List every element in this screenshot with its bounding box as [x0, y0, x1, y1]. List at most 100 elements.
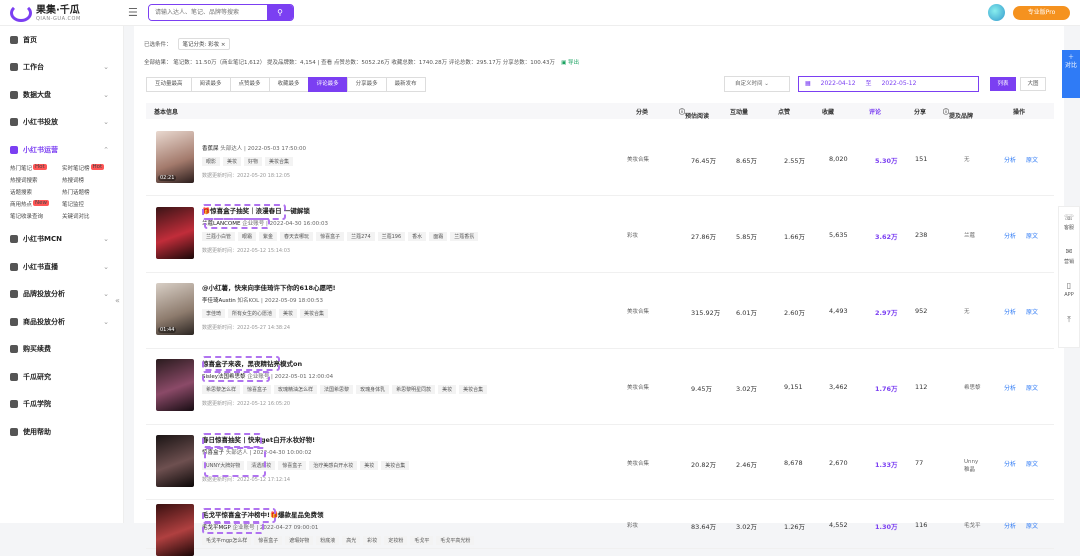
collapse-sidebar-icon[interactable]: « — [115, 296, 120, 305]
tag-chip[interactable]: 毛戈平 — [410, 536, 434, 545]
analyze-link[interactable]: 分析 — [1004, 383, 1016, 392]
note-thumbnail[interactable] — [156, 207, 194, 259]
note-author[interactable]: 香蕉屎 头部达人 | 2022-05-03 17:50:00 — [202, 144, 306, 152]
original-link[interactable]: 原文 — [1026, 155, 1038, 164]
col-comments[interactable]: 评论 — [869, 107, 881, 116]
tag-chip[interactable]: 美妆 — [223, 157, 242, 166]
tag-chip[interactable]: 希思黎明星同款 — [392, 385, 436, 394]
tab-most-read[interactable]: 阅读最多 — [190, 77, 231, 92]
tag-chip[interactable]: 高光 — [342, 536, 361, 545]
note-thumbnail[interactable] — [156, 504, 194, 556]
analyze-link[interactable]: 分析 — [1004, 155, 1016, 164]
menu-toggle-icon[interactable]: ☰ — [128, 6, 138, 19]
original-link[interactable]: 原文 — [1026, 459, 1038, 468]
tab-most-favs[interactable]: 收藏最多 — [268, 77, 309, 92]
filter-chip[interactable]: 笔记分类: 彩妆 × — [177, 38, 231, 50]
col-interact[interactable]: 互动量 — [730, 107, 748, 116]
sidebar-item-mcn[interactable]: 小红书MCN ⌄ — [0, 226, 123, 254]
tab-most-comments[interactable]: 评论最多 — [307, 77, 348, 92]
pro-version-button[interactable]: 专业版Pro — [1013, 6, 1070, 20]
tag-chip[interactable]: 惊喜盒子 — [243, 385, 272, 394]
table-row[interactable]: 毛戈平惊喜盒子冲榜中!🎁爆款星品免费领 毛戈平MGP 企业账号 | 2022-04… — [146, 500, 1054, 556]
tag-chip[interactable]: 定妆粉 — [384, 536, 408, 545]
submenu-note-index[interactable]: 笔记收录查询 — [10, 212, 62, 220]
submenu-hot-search-rank[interactable]: 热搜词榜 — [62, 176, 114, 184]
tag-chip[interactable]: 好物 — [244, 157, 263, 166]
tab-latest[interactable]: 最新发布 — [385, 77, 426, 92]
tag-chip[interactable]: 惊喜盒子 — [278, 461, 307, 470]
original-link[interactable]: 原文 — [1026, 383, 1038, 392]
analyze-link[interactable]: 分析 — [1004, 521, 1016, 530]
tag-chip[interactable]: 香水 — [408, 232, 427, 241]
date-range-picker[interactable]: ▦ 2022-04-12 至 2022-05-12 — [798, 76, 979, 92]
analyze-link[interactable]: 分析 — [1004, 459, 1016, 468]
tag-chip[interactable]: 粉底液 — [316, 536, 340, 545]
table-row[interactable]: 🎁惊喜盒子抽奖｜浪漫春日 一键解锁 兰蔻LANCOME 企业账号 | 2022-0… — [146, 196, 1054, 273]
note-thumbnail[interactable] — [156, 435, 194, 487]
tag-chip[interactable]: 惊喜盒子 — [254, 536, 283, 545]
tag-chip[interactable]: 美妆 — [438, 385, 457, 394]
submenu-hot-notes[interactable]: 热门笔记 Hot — [10, 163, 62, 172]
tag-chip[interactable]: 兰蔻香氛 — [450, 232, 479, 241]
tag-chip[interactable]: 治疗美感白开水妆 — [309, 461, 358, 470]
tag-chip[interactable]: 春天去哪玩 — [280, 232, 314, 241]
tab-most-likes[interactable]: 点赞最多 — [229, 77, 270, 92]
sidebar-item-product-analysis[interactable]: 商品投放分析 ⌄ — [0, 308, 123, 336]
note-author[interactable]: 李佳琦Austin 知名KOL | 2022-05-09 18:00:53 — [202, 296, 323, 304]
search-button[interactable]: ⚲ — [267, 5, 293, 20]
note-thumbnail[interactable] — [156, 359, 194, 411]
sidebar-item-academy[interactable]: 千瓜学院 — [0, 391, 123, 419]
marketing-button[interactable]: ✉ 营销 — [1059, 241, 1079, 275]
sidebar-item-live[interactable]: 小红书直播 ⌄ — [0, 253, 123, 281]
logo[interactable]: 果集·千瓜 QIAN-GUA.COM — [10, 4, 81, 22]
sidebar-item-purchase[interactable]: 购买续费 — [0, 336, 123, 364]
sidebar-item-brand-analysis[interactable]: 品牌投放分析 ⌄ — [0, 281, 123, 309]
tag-chip[interactable]: 玫瑰身体乳 — [356, 385, 390, 394]
tag-chip[interactable]: 彩妆 — [363, 536, 382, 545]
tag-chip[interactable]: 眼霜 — [238, 232, 257, 241]
table-row[interactable]: 惊喜盒子来袭，黑夜精钻亮模式on Sisley法国希思黎 企业账号 | 2022-… — [146, 349, 1054, 425]
submenu-topic-search[interactable]: 话题搜索 — [10, 188, 62, 196]
tag-chip[interactable]: 美妆合集 — [265, 157, 294, 166]
table-row[interactable]: 01:44 @小红薯，快来向李佳琦许下你的618心愿吧! 李佳琦Austin 知名K… — [146, 273, 1054, 349]
back-to-top-button[interactable]: ⤒ — [1059, 309, 1079, 343]
tag-chip[interactable]: 美妆合集 — [459, 385, 488, 394]
submenu-note-monitor[interactable]: 笔记监控 — [62, 200, 114, 208]
col-likes[interactable]: 点赞 — [778, 107, 790, 116]
col-reads[interactable]: ⓘ 预估阅读 — [679, 107, 709, 120]
tag-chip[interactable]: 希思黎怎么样 — [202, 385, 241, 394]
tag-chip[interactable]: 美妆 — [279, 309, 298, 318]
analyze-link[interactable]: 分析 — [1004, 307, 1016, 316]
tag-chip[interactable]: 兰蔻196 — [377, 232, 406, 241]
tag-chip[interactable]: 惊喜盒子 — [316, 232, 345, 241]
tag-chip[interactable]: 面霜 — [429, 232, 448, 241]
grid-view-button[interactable]: 大图 — [1020, 77, 1046, 91]
tag-chip[interactable]: 紫金 — [259, 232, 278, 241]
tag-chip[interactable]: 玫瑰精油怎么样 — [274, 385, 318, 394]
tab-most-shares[interactable]: 分享最多 — [346, 77, 387, 92]
note-thumbnail[interactable]: 02:21 — [156, 131, 194, 183]
note-thumbnail[interactable]: 01:44 — [156, 283, 194, 335]
table-row[interactable]: 春日惊喜抽奖 | 快来get白开水妆好物! 惊喜盒子 头部达人 | 2022-04… — [146, 425, 1054, 500]
user-avatar[interactable] — [988, 4, 1005, 21]
export-button[interactable]: ▣ 导出 — [561, 58, 579, 66]
original-link[interactable]: 原文 — [1026, 231, 1038, 240]
compare-rail-button[interactable]: ＋对比 — [1062, 50, 1080, 98]
submenu-hot-search[interactable]: 热搜词搜索 — [10, 176, 62, 184]
tag-chip[interactable]: 兰蔻274 — [347, 232, 375, 241]
tag-chip[interactable]: 法国希思黎 — [320, 385, 354, 394]
list-view-button[interactable]: 列表 — [990, 77, 1016, 91]
search-input[interactable] — [149, 5, 267, 20]
tab-most-interaction[interactable]: 互动量最高 — [146, 77, 192, 92]
time-range-select[interactable]: 自定义时间 ⌄ — [724, 76, 790, 92]
col-category[interactable]: 分类 — [636, 107, 648, 116]
tag-chip[interactable]: 美妆合集 — [300, 309, 329, 318]
col-brands[interactable]: ⓘ 提及品牌 — [943, 107, 973, 120]
submenu-topic-rank[interactable]: 热门话题榜 — [62, 188, 114, 196]
original-link[interactable]: 原文 — [1026, 521, 1038, 530]
service-button[interactable]: ☏ 客服 — [1059, 207, 1079, 241]
submenu-keyword-compare[interactable]: 关键词对比 — [62, 212, 114, 220]
tag-chip[interactable]: 李佳琦 — [202, 309, 226, 318]
col-shares[interactable]: 分享 — [914, 107, 926, 116]
analyze-link[interactable]: 分析 — [1004, 231, 1016, 240]
